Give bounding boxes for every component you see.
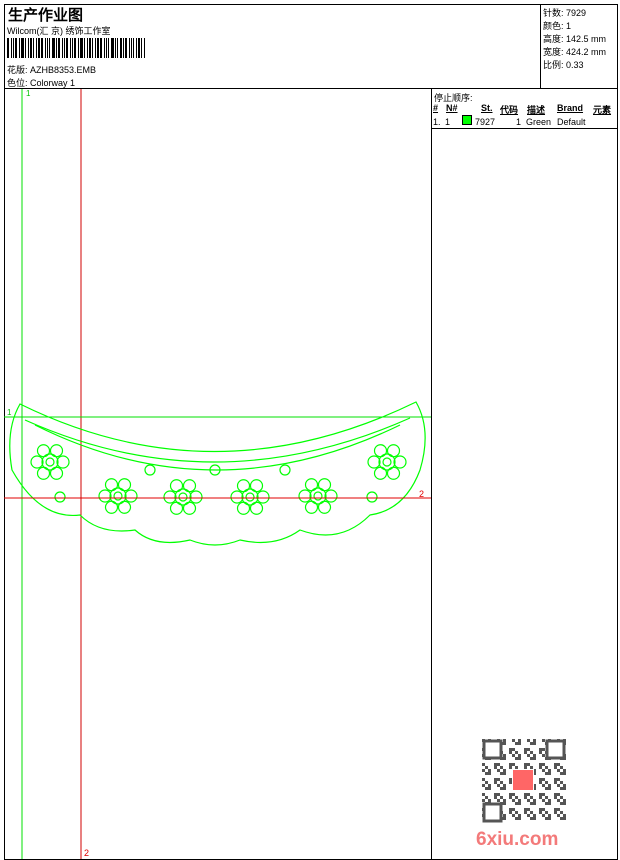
table-divider — [431, 128, 618, 129]
col-element: 元素 — [593, 105, 612, 115]
row-desc: Green — [526, 117, 552, 127]
info-divider — [540, 4, 541, 89]
row-n: 1 — [445, 117, 451, 127]
info-width: 宽度: 424.2 mm — [543, 45, 606, 58]
info-value: 0.33 — [566, 60, 584, 70]
info-value: 142.5 mm — [566, 34, 607, 44]
marker-green-top: 1 — [26, 89, 31, 98]
info-label: 针数: — [543, 8, 564, 18]
info-value: 7929 — [566, 8, 587, 18]
qr-code — [482, 739, 566, 823]
design-canvas: 1 1 2 2 — [4, 89, 431, 859]
col-index: # — [433, 103, 439, 113]
col-stitches: St. — [481, 103, 493, 113]
info-value: 1 — [566, 21, 572, 31]
row-code: 1 — [516, 117, 522, 127]
marker-red-right: 2 — [419, 489, 424, 499]
marker-green-left: 1 — [7, 408, 12, 417]
col-n: N# — [446, 103, 458, 113]
marker-red-bottom: 2 — [84, 848, 89, 858]
info-height: 高度: 142.5 mm — [543, 32, 606, 45]
col-brand: Brand — [557, 103, 584, 113]
row-brand: Default — [557, 117, 586, 127]
info-stitches: 针数: 7929 — [543, 6, 586, 19]
row-stitches: 7927 — [475, 117, 496, 127]
info-scale: 比例: 0.33 — [543, 58, 584, 71]
color-swatch — [462, 115, 472, 125]
info-label: 比例: — [543, 60, 564, 70]
info-label: 宽度: — [543, 47, 564, 57]
watermark-logo: 6xiu.com — [476, 829, 559, 850]
info-label: 高度: — [543, 34, 564, 44]
info-colors: 颜色: 1 — [543, 19, 571, 32]
embroidery-design — [9, 401, 426, 546]
col-code: 代码 — [500, 105, 519, 115]
info-value: 424.2 mm — [566, 47, 607, 57]
row-index: 1. — [433, 117, 441, 127]
col-desc: 描述 — [527, 105, 546, 115]
info-label: 颜色: — [543, 21, 564, 31]
seal-stamp — [512, 769, 534, 791]
